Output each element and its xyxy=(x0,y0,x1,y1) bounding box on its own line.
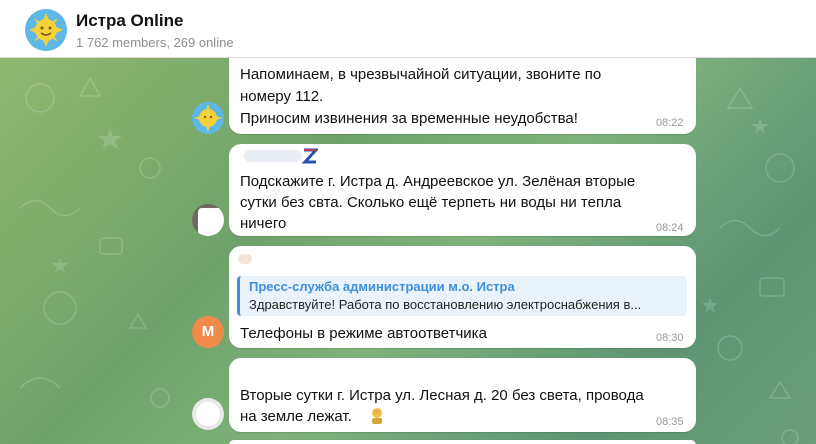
sender-avatar[interactable] xyxy=(192,102,224,134)
message-bubble[interactable] xyxy=(229,440,696,444)
message-text-line: Вторые сутки г. Истра ул. Лесная д. 20 б… xyxy=(240,387,644,404)
message-time: 08:24 xyxy=(656,222,684,234)
sender-avatar[interactable]: M xyxy=(192,316,224,348)
sun-logo-icon xyxy=(25,9,67,51)
z-letter-icon xyxy=(302,148,318,164)
sender-avatar[interactable] xyxy=(192,204,224,236)
message-time: 08:22 xyxy=(656,117,684,129)
message-text-line: номеру 112. xyxy=(240,88,324,105)
reply-preview[interactable]: Пресс-служба администрации м.о. Истра Зд… xyxy=(237,276,687,316)
facepalm-emoji-icon xyxy=(372,408,382,424)
message-text-line: Напоминаем, в чрезвычайной ситуации, зво… xyxy=(240,66,602,83)
message-text-line: ничего xyxy=(240,215,287,232)
message-time: 08:30 xyxy=(656,332,684,344)
message-text-line: сутки без свта. Сколько ещё терпеть ни в… xyxy=(240,194,622,211)
redacted-sender-name xyxy=(244,150,302,162)
redacted-sender-name xyxy=(238,254,252,264)
reply-text: Здравствуйте! Работа по восстановлению э… xyxy=(249,297,642,312)
sun-logo-icon xyxy=(192,102,224,134)
message-time: 08:35 xyxy=(656,416,684,428)
group-avatar[interactable] xyxy=(25,9,67,51)
message-text-line: Телефоны в режиме автоответчика xyxy=(240,325,487,342)
message-text-line: Приносим извинения за временные неудобст… xyxy=(240,110,578,127)
reply-sender: Пресс-служба администрации м.о. Истра xyxy=(249,279,515,294)
sender-avatar[interactable] xyxy=(192,398,224,430)
group-title: Истра Online xyxy=(76,11,184,30)
chat-header[interactable]: Истра Online 1 762 members, 269 online xyxy=(0,0,816,58)
message-text-line: на земле лежат. xyxy=(240,408,352,425)
message-text-line: Подскажите г. Истра д. Андреевское ул. З… xyxy=(240,173,636,190)
group-members-status: 1 762 members, 269 online xyxy=(76,35,234,50)
